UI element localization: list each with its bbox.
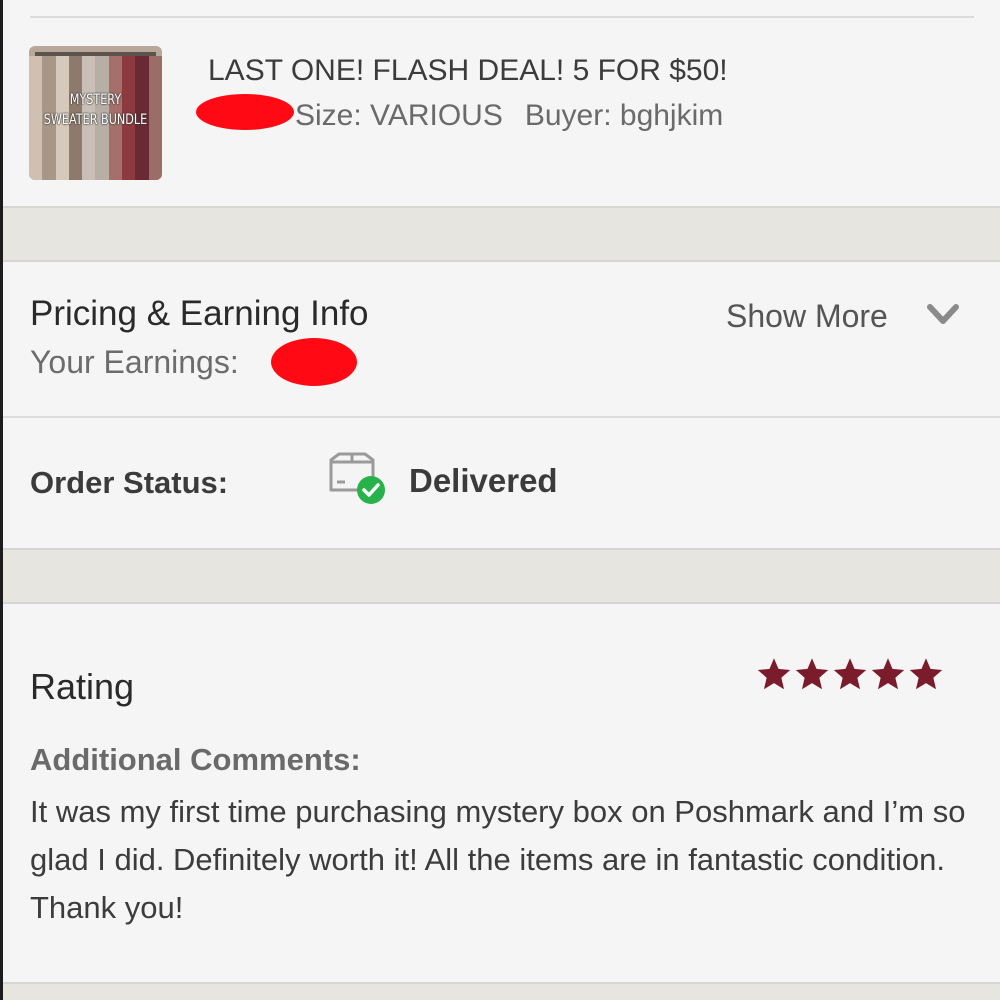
listing-buyer: Buyer: bghjkim — [524, 99, 724, 132]
order-status-label: Order Status: — [30, 465, 229, 500]
listing-title: LAST ONE! FLASH DEAL! 5 FOR $50! — [208, 54, 728, 87]
star-icon — [871, 658, 905, 690]
listing-size: Size: VARIOUS — [295, 99, 503, 132]
comments-text: It was my first time purchasing mystery … — [30, 794, 966, 925]
star-icon — [795, 658, 829, 690]
delivered-box-icon — [329, 452, 385, 504]
comments-label: Additional Comments: — [30, 742, 361, 777]
rating-title: Rating — [30, 666, 135, 707]
star-icon — [909, 658, 943, 690]
section-separator — [3, 548, 1000, 604]
section-separator — [3, 982, 1000, 1000]
redaction-mark — [196, 94, 294, 130]
rating-section: Rating Additional Comments: It was my fi… — [3, 604, 1000, 982]
section-separator — [3, 206, 1000, 262]
star-icon — [757, 658, 791, 690]
order-status-section: Order Status: Delivered — [3, 418, 1000, 548]
pricing-section: Pricing & Earning Info Your Earnings: Sh… — [3, 262, 1000, 416]
listing-meta: Size: VARIOUS Buyer: bghjkim — [295, 99, 745, 133]
show-more-button[interactable]: Show More — [726, 298, 888, 335]
thumbnail-label: MYSTERY SWEATER BUNDLE — [43, 92, 148, 128]
order-details-screen: MYSTERY SWEATER BUNDLE LAST ONE! FLASH D… — [3, 0, 1000, 1000]
star-rating — [755, 656, 945, 692]
pricing-title: Pricing & Earning Info — [30, 294, 369, 333]
order-status-value: Delivered — [409, 462, 558, 499]
redaction-mark — [271, 338, 357, 386]
chevron-down-icon[interactable] — [924, 299, 962, 329]
star-icon — [833, 658, 867, 690]
listing-thumbnail[interactable]: MYSTERY SWEATER BUNDLE — [29, 46, 162, 180]
listing-summary[interactable]: MYSTERY SWEATER BUNDLE LAST ONE! FLASH D… — [3, 18, 1000, 206]
earnings-label: Your Earnings: — [30, 344, 239, 380]
